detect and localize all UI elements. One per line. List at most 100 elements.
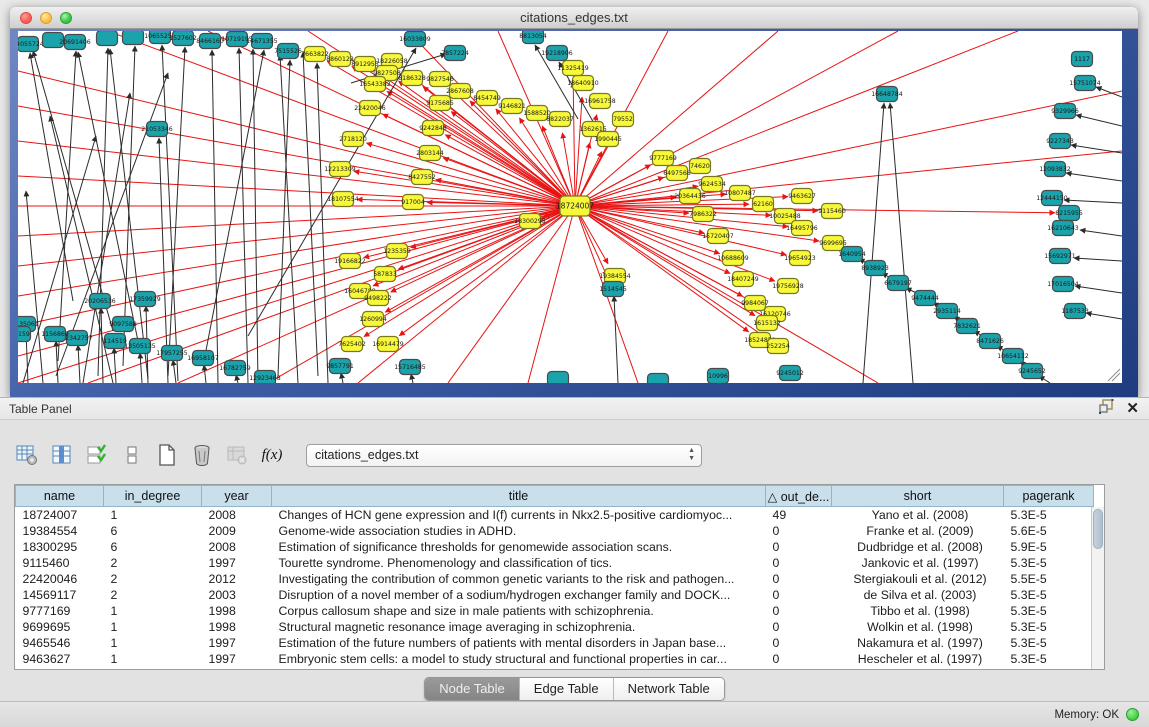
- table-row[interactable]: 2242004622012Investigating the contribut…: [16, 571, 1094, 587]
- graph-node[interactable]: 587833: [373, 267, 397, 282]
- dropdown-stepper-icon: ▲▼: [688, 447, 695, 463]
- graph-node[interactable]: 9175685: [426, 96, 454, 111]
- delete-table-button[interactable]: [189, 442, 215, 468]
- graph-node[interactable]: 8427552: [408, 170, 436, 185]
- graph-node[interactable]: 9498222: [364, 291, 392, 306]
- table-row[interactable]: 1872400712008Changes of HCN gene express…: [16, 507, 1094, 523]
- graph-node[interactable]: 2718120: [339, 132, 367, 147]
- show-column-button[interactable]: [49, 442, 75, 468]
- graph-node[interactable]: 6679197: [884, 276, 912, 291]
- tab-node-table[interactable]: Node Table: [425, 678, 520, 700]
- graph-node[interactable]: 7515526: [274, 44, 302, 59]
- table-row[interactable]: 1830029562008Estimation of significance …: [16, 539, 1094, 555]
- graph-node[interactable]: 9857791: [326, 359, 354, 374]
- graph-node[interactable]: 39159: [18, 327, 31, 342]
- graph-node[interactable]: 114519: [103, 334, 127, 349]
- graph-node[interactable]: 9474444: [911, 291, 939, 306]
- new-table-button[interactable]: [154, 442, 180, 468]
- column-header-year[interactable]: year: [202, 486, 272, 507]
- graph-node[interactable]: 1235359: [383, 244, 411, 259]
- table-row[interactable]: 946362711997Embryonic stem cells: a mode…: [16, 651, 1094, 667]
- graph-node[interactable]: 9245652: [1018, 364, 1046, 379]
- graph-node[interactable]: 7625402: [338, 337, 366, 352]
- float-panel-icon[interactable]: [1099, 399, 1114, 419]
- graph-node[interactable]: 252254: [766, 339, 790, 354]
- graph-node-hub[interactable]: 18724007: [556, 196, 594, 216]
- graph-node[interactable]: 8813054: [519, 31, 547, 44]
- graph-node[interactable]: 9463627: [788, 189, 816, 204]
- close-panel-icon[interactable]: ✕: [1126, 401, 1139, 416]
- graph-node[interactable]: [648, 374, 669, 384]
- graph-node[interactable]: 1615132: [753, 316, 781, 331]
- graph-node[interactable]: 1117: [1072, 52, 1093, 67]
- graph-node[interactable]: 8186328: [398, 71, 426, 86]
- graph-node[interactable]: 79552: [613, 112, 634, 127]
- table-options-button[interactable]: [14, 442, 40, 468]
- table-row[interactable]: 1456911722003Disruption of a novel membe…: [16, 587, 1094, 603]
- graph-node[interactable]: 9146821: [498, 99, 526, 114]
- graph-node[interactable]: 9329966: [1051, 104, 1079, 119]
- select-rows-button[interactable]: [84, 442, 110, 468]
- graph-node[interactable]: 7986322: [689, 207, 717, 222]
- column-header-pagerank[interactable]: pagerank: [1004, 486, 1094, 507]
- graph-node[interactable]: 6497568: [663, 166, 691, 181]
- graph-node[interactable]: 8860123: [326, 52, 354, 67]
- graph-node[interactable]: 9624534: [698, 177, 726, 192]
- table-scrollbar[interactable]: [1091, 507, 1104, 669]
- function-builder-button[interactable]: f(x): [259, 442, 285, 468]
- column-header-in_degree[interactable]: in_degree: [104, 486, 202, 507]
- graph-node[interactable]: 9242848: [419, 121, 447, 136]
- graph-node[interactable]: 9827546: [426, 72, 454, 87]
- network-canvas[interactable]: 1872400788601238912955182260589827508165…: [18, 31, 1122, 383]
- graph-node[interactable]: 1990445: [594, 132, 622, 147]
- network-window-titlebar[interactable]: citations_edges.txt: [10, 7, 1138, 29]
- graph-node[interactable]: 2803144: [416, 146, 444, 161]
- graph-node[interactable]: 8938923: [861, 261, 889, 276]
- tab-network-table[interactable]: Network Table: [614, 678, 724, 700]
- graph-node[interactable]: 9245012: [776, 366, 804, 381]
- graph-node[interactable]: 10996: [708, 369, 729, 384]
- graph-node[interactable]: 1187533: [1061, 304, 1089, 319]
- graph-node[interactable]: 917004: [401, 195, 425, 210]
- table-scrollbar-thumb[interactable]: [1093, 509, 1103, 549]
- graph-node[interactable]: 8471626: [976, 334, 1004, 349]
- table-row[interactable]: 969969511998Structural magnetic resonanc…: [16, 619, 1094, 635]
- graph-node[interactable]: 2867608: [446, 84, 474, 99]
- graph-node[interactable]: 1640954: [838, 247, 866, 262]
- graph-node[interactable]: [123, 31, 144, 45]
- graph-node[interactable]: 1527602: [169, 31, 197, 46]
- graph-node[interactable]: 1260994: [359, 312, 387, 327]
- graph-node[interactable]: 7832621: [953, 319, 981, 334]
- graph-node[interactable]: 62160: [753, 197, 774, 212]
- graph-node[interactable]: 8454749: [473, 91, 501, 106]
- graph-node[interactable]: [97, 31, 118, 46]
- table-row[interactable]: 977716911998Corpus callosum shape and si…: [16, 603, 1094, 619]
- graph-node[interactable]: 8822037: [546, 112, 574, 127]
- svg-text:18724007: 18724007: [556, 202, 594, 211]
- graph-node[interactable]: 9115460: [818, 204, 846, 219]
- graph-node[interactable]: 8466160: [196, 34, 224, 49]
- graph-node[interactable]: [548, 372, 569, 384]
- column-header-title[interactable]: title: [272, 486, 766, 507]
- graph-node[interactable]: 7857224: [441, 46, 469, 61]
- graph-node[interactable]: 9227343: [1046, 134, 1074, 149]
- attribute-table[interactable]: namein_degreeyeartitle△ out_de...shortpa…: [14, 484, 1105, 670]
- graph-node[interactable]: 1156869: [41, 327, 69, 342]
- unselect-rows-button[interactable]: [119, 442, 145, 468]
- graph-node[interactable]: 9097588: [109, 317, 137, 332]
- table-row[interactable]: 1938455462009Genome-wide association stu…: [16, 523, 1094, 539]
- column-header-out_de[interactable]: △ out_de...: [766, 486, 832, 507]
- table-row[interactable]: 946554611997Estimation of the future num…: [16, 635, 1094, 651]
- graph-node[interactable]: 74620: [690, 159, 711, 174]
- graph-node[interactable]: 1514545: [599, 282, 627, 297]
- tab-edge-table[interactable]: Edge Table: [520, 678, 614, 700]
- svg-text:587833: 587833: [373, 271, 397, 278]
- graph-node[interactable]: 7663822: [301, 47, 329, 62]
- graph-node[interactable]: 2935114: [933, 304, 961, 319]
- graph-node[interactable]: 9777169: [649, 151, 677, 166]
- column-header-short[interactable]: short: [832, 486, 1004, 507]
- table-select-dropdown[interactable]: citations_edges.txt ▲▼: [306, 444, 702, 467]
- table-row[interactable]: 911546021997Tourette syndrome. Phenomeno…: [16, 555, 1094, 571]
- column-header-name[interactable]: name: [16, 486, 104, 507]
- graph-node[interactable]: 8215955: [1055, 206, 1083, 221]
